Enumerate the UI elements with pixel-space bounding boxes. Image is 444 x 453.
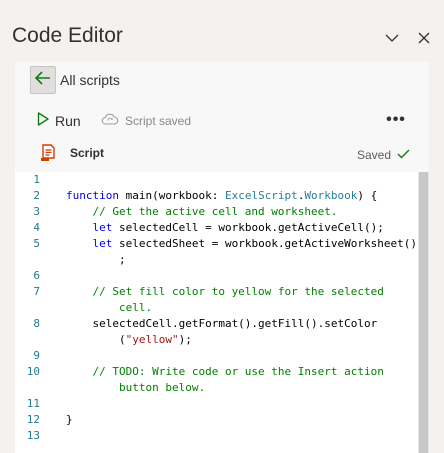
line-number: 3 [33, 205, 40, 218]
line-number: 4 [33, 221, 40, 234]
code-line: 2 function main(workbook: ExcelScript.Wo… [15, 188, 415, 204]
saved-state: Saved [357, 146, 410, 164]
code-text: function main(workbook: ExcelScript.Work… [66, 189, 378, 202]
line-number: 1 [33, 173, 40, 186]
code-line: 4 let selectedCell = workbook.getActiveC… [15, 220, 415, 236]
line-number: 11 [26, 397, 40, 410]
play-icon [37, 111, 49, 131]
script-file-icon [40, 144, 56, 167]
line-number: 7 [33, 285, 40, 298]
saved-state-label: Saved [357, 148, 392, 162]
code-editor[interactable]: 1 2 function main(workbook: ExcelScript.… [15, 172, 429, 453]
line-number: 13 [26, 429, 40, 442]
code-line: 10 // TODO: Write code or use the Insert… [15, 364, 415, 380]
line-number: 12 [26, 413, 40, 426]
code-line: 6 [15, 268, 415, 284]
code-text: // Set fill color to yellow for the sele… [66, 285, 384, 298]
more-options-button[interactable]: ••• [385, 111, 407, 129]
nav-row: All scripts [15, 62, 429, 98]
code-text: selectedCell.getFormat().getFill().setCo… [66, 317, 378, 330]
line-number: 6 [33, 269, 40, 282]
more-icon: ••• [386, 111, 406, 128]
code-line: 9 [15, 348, 415, 364]
script-saved-label: Script saved [125, 114, 192, 128]
code-text: let selectedCell = workbook.getActiveCel… [92, 221, 384, 234]
vertical-scrollbar[interactable] [418, 172, 429, 453]
line-number: 10 [26, 365, 40, 378]
code-line: 13 [15, 428, 415, 444]
line-number: 2 [33, 189, 40, 202]
cloud-sync-icon [101, 112, 119, 130]
line-number: 5 [33, 237, 40, 250]
code-text: button below. [66, 381, 206, 394]
code-text: } [66, 413, 73, 426]
checkmark-icon [397, 146, 410, 164]
pane-title: Code Editor [12, 24, 123, 47]
run-label: Run [55, 113, 81, 129]
code-line: 1 [15, 172, 415, 188]
line-number: 8 [33, 317, 40, 330]
code-line: 3 // Get the active cell and worksheet. [15, 204, 415, 220]
code-text: ; [66, 253, 126, 266]
editor-content: All scripts Run Script saved ••• Script … [15, 62, 429, 453]
script-save-status: Script saved [101, 112, 191, 130]
run-button[interactable]: Run [37, 110, 81, 132]
code-text: cell. [66, 301, 153, 314]
code-text: let selectedSheet = workbook.getActiveWo… [92, 237, 418, 250]
pane-header: Code Editor [0, 0, 444, 62]
code-line: 5 let selectedSheet = workbook.getActive… [15, 236, 418, 252]
code-line: 8 selectedCell.getFormat().getFill().set… [15, 316, 415, 332]
code-line-wrap: ("yellow"); [15, 332, 415, 348]
line-number: 9 [33, 349, 40, 362]
script-name: Script [70, 146, 105, 160]
code-line: 7 // Set fill color to yellow for the se… [15, 284, 415, 300]
code-line: 12 } [15, 412, 415, 428]
code-text: // Get the active cell and worksheet. [66, 205, 338, 218]
code-text: // TODO: Write code or use the Insert ac… [66, 365, 384, 378]
code-line-wrap: button below. [15, 380, 415, 396]
code-text: ("yellow"); [66, 333, 192, 346]
close-icon[interactable] [414, 28, 434, 48]
scrollbar-thumb[interactable] [419, 172, 428, 453]
code-line: 11 [15, 396, 415, 412]
all-scripts-link[interactable]: All scripts [60, 72, 120, 88]
code-line-wrap: cell. [15, 300, 415, 316]
code-line-wrap: ; [15, 252, 415, 268]
code-editor-pane: Code Editor All scripts Run Script saved… [0, 0, 444, 453]
back-button[interactable] [30, 66, 56, 94]
file-header: Script Saved [15, 142, 429, 166]
toolbar: Run Script saved ••• [15, 106, 429, 134]
chevron-down-icon[interactable] [382, 28, 402, 48]
arrow-left-icon [34, 70, 51, 90]
